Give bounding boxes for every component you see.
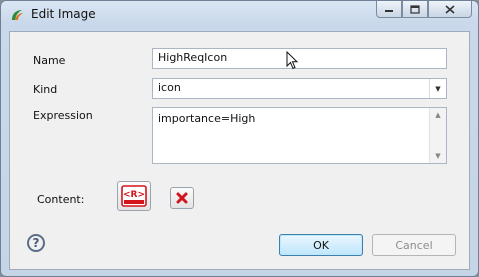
window-controls (376, 1, 472, 19)
app-icon (12, 10, 23, 20)
kind-label: Kind (33, 83, 58, 96)
scroll-down-icon[interactable]: ▼ (430, 149, 446, 163)
edit-image-dialog: Edit Image Name HighReqIcon Kind icon ▼ … (0, 0, 479, 277)
minimize-icon (385, 10, 393, 12)
close-icon (445, 4, 455, 14)
maximize-icon (410, 4, 420, 14)
chevron-down-icon[interactable]: ▼ (429, 79, 446, 98)
name-field-value: HighReqIcon (158, 51, 228, 64)
requirement-image-icon: <R> (121, 185, 147, 207)
expression-textarea[interactable]: importance=High ▲ ▼ (152, 107, 447, 164)
expression-label: Expression (33, 109, 93, 122)
maximize-button[interactable] (402, 1, 428, 18)
close-button[interactable] (428, 1, 472, 18)
expression-scrollbar[interactable]: ▲ ▼ (429, 108, 446, 163)
kind-select-value: icon (158, 81, 181, 94)
cancel-button[interactable]: Cancel (372, 234, 456, 256)
name-label: Name (33, 54, 66, 67)
delete-content-button[interactable] (170, 187, 194, 209)
ok-button[interactable]: OK (279, 234, 363, 256)
kind-select[interactable]: icon ▼ (152, 78, 447, 99)
delete-x-icon (176, 192, 188, 204)
help-button[interactable]: ? (27, 234, 45, 252)
scroll-up-icon[interactable]: ▲ (430, 108, 446, 122)
content-icon-text: <R> (123, 190, 145, 200)
expression-value: importance=High (158, 112, 256, 125)
mouse-cursor-icon (286, 51, 299, 70)
minimize-button[interactable] (376, 1, 402, 18)
content-label: Content: (37, 193, 85, 206)
title-bar[interactable]: Edit Image (1, 1, 478, 27)
dialog-body: Name HighReqIcon Kind icon ▼ Expression … (9, 31, 470, 270)
content-image-button[interactable]: <R> (117, 181, 151, 211)
window-title: Edit Image (31, 7, 96, 21)
